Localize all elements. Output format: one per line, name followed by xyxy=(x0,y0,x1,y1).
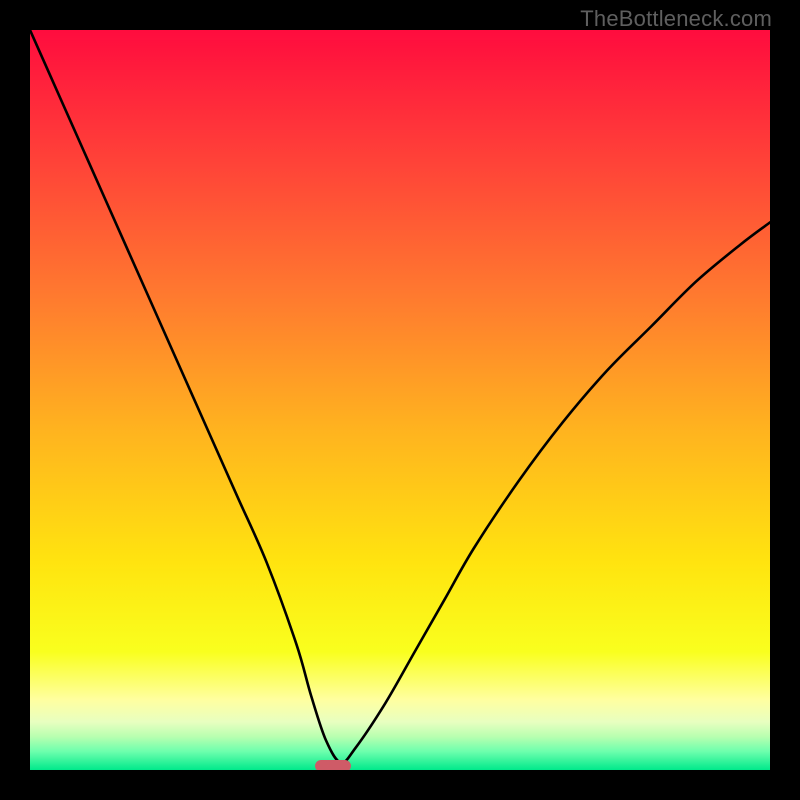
watermark-text: TheBottleneck.com xyxy=(580,6,772,32)
chart-frame: TheBottleneck.com xyxy=(0,0,800,800)
bottleneck-curve xyxy=(30,30,770,770)
min-marker xyxy=(315,760,351,770)
plot-area xyxy=(30,30,770,770)
